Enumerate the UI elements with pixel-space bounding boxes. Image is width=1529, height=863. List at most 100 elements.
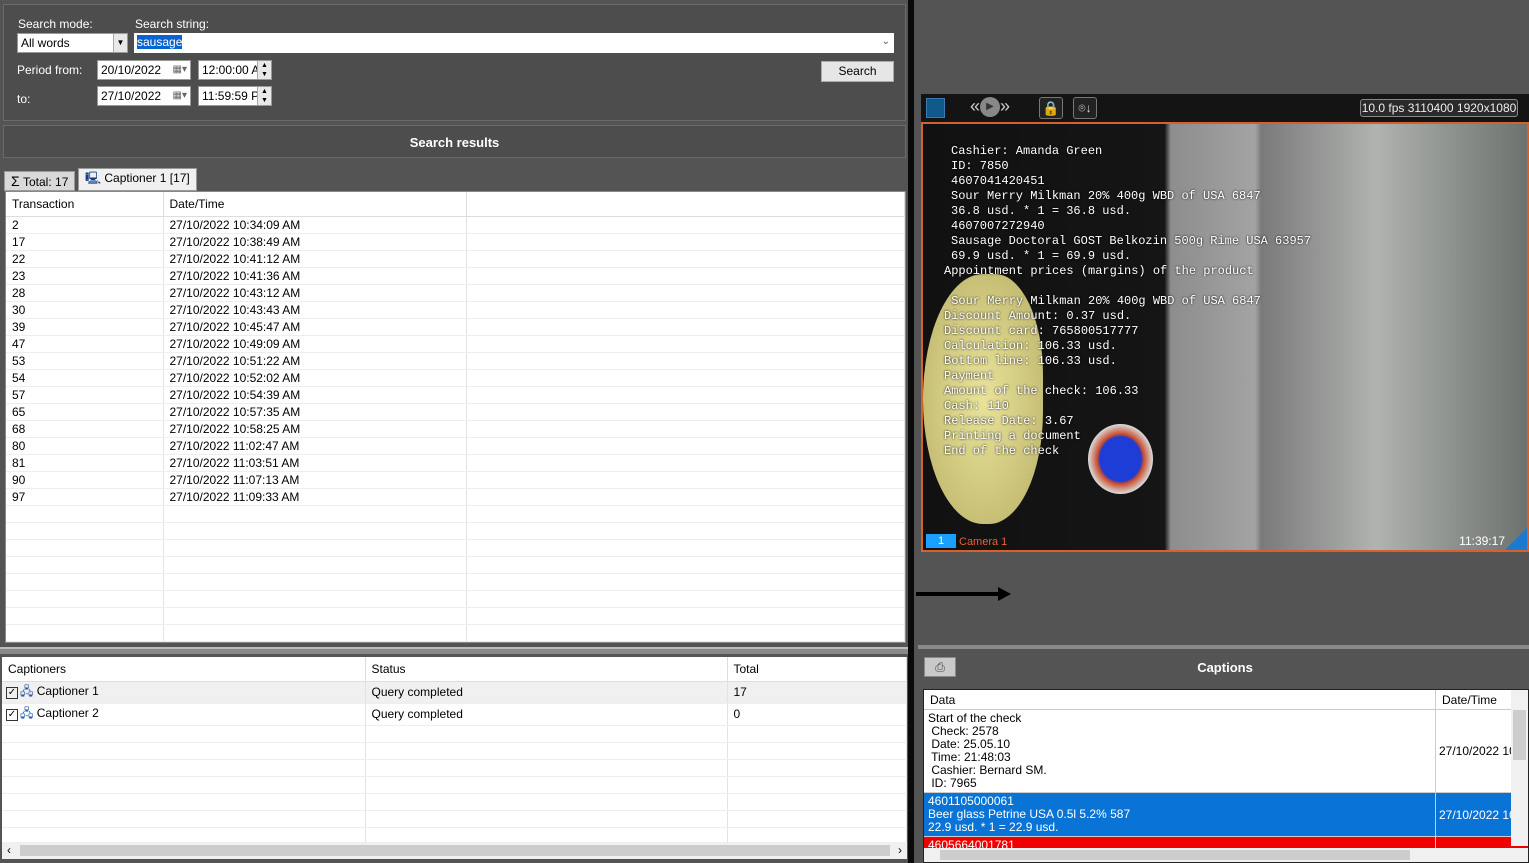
playback-controls[interactable]: «▶» xyxy=(970,96,1010,118)
captioner-row[interactable] xyxy=(2,793,907,811)
lock-icon[interactable]: 🔒 xyxy=(1039,97,1063,119)
captioner-row[interactable]: ✓ 🖧 Captioner 1 Query completed 17 xyxy=(2,681,907,704)
captioners-table: Captioners Status Total ✓ 🖧 Captioner 1 Quer… xyxy=(2,657,907,859)
play-icon[interactable]: ▶ xyxy=(980,97,1001,118)
table-row[interactable] xyxy=(6,624,905,642)
table-cell xyxy=(466,386,905,404)
spinner-icon[interactable]: ▲ ▼ xyxy=(257,87,271,105)
vertical-scrollbar[interactable] xyxy=(1511,690,1528,846)
checkbox[interactable]: ✓ xyxy=(6,686,18,699)
captioner-cell xyxy=(2,759,366,777)
table-row[interactable]: 81 27/10/2022 11:03:51 AM xyxy=(6,454,905,472)
table-cell: 27/10/2022 11:03:51 AM xyxy=(163,454,467,472)
table-cell: 27/10/2022 11:09:33 AM xyxy=(163,488,467,506)
table-row[interactable]: 28 27/10/2022 10:43:12 AM xyxy=(6,284,905,302)
scroll-left-icon[interactable]: ‹ xyxy=(7,843,11,857)
horizontal-scrollbar[interactable] xyxy=(924,848,1528,862)
table-cell: 27/10/2022 10:38:49 AM xyxy=(163,233,467,251)
to-date-picker[interactable]: 27/10/2022 ▦▾ xyxy=(97,86,191,106)
export-icon[interactable]: ⌾↓ xyxy=(1073,97,1097,119)
panel-divider[interactable] xyxy=(908,0,914,863)
overlay-line: ID: 7850 xyxy=(951,159,1009,173)
splitter[interactable] xyxy=(0,647,908,654)
from-time-input[interactable]: 12:00:00 A ▲ ▼ xyxy=(198,60,272,80)
table-row[interactable]: 2 27/10/2022 10:34:09 AM xyxy=(6,216,905,234)
captioner-row[interactable]: ✓ 🖧 Captioner 2 Query completed 0 xyxy=(2,703,907,726)
table-row[interactable]: 22 27/10/2022 10:41:12 AM xyxy=(6,250,905,268)
camera-number[interactable]: 1 xyxy=(926,534,956,548)
checkbox[interactable]: ✓ xyxy=(6,708,18,721)
captioner-row[interactable] xyxy=(2,810,907,828)
caption-row[interactable]: 4601105000061 Beer glass Petrine USA 0.5l… xyxy=(924,793,1528,837)
table-cell xyxy=(6,573,164,591)
resize-corner-icon[interactable] xyxy=(1505,528,1527,550)
spinner-icon[interactable]: ▲ ▼ xyxy=(257,61,271,79)
table-row[interactable] xyxy=(6,522,905,540)
overlay-line: 69.9 usd. * 1 = 69.9 usd. xyxy=(951,249,1132,263)
search-string-label: Search string: xyxy=(135,17,210,31)
table-row[interactable]: 97 27/10/2022 11:09:33 AM xyxy=(6,488,905,506)
table-row[interactable]: 47 27/10/2022 10:49:09 AM xyxy=(6,335,905,353)
captioner-row[interactable] xyxy=(2,742,907,760)
table-row[interactable]: 80 27/10/2022 11:02:47 AM xyxy=(6,437,905,455)
table-row[interactable] xyxy=(6,505,905,523)
column-header-transaction[interactable]: Transaction xyxy=(6,192,164,217)
table-row[interactable]: 30 27/10/2022 10:43:43 AM xyxy=(6,301,905,319)
table-row[interactable] xyxy=(6,573,905,591)
table-row[interactable]: 65 27/10/2022 10:57:35 AM xyxy=(6,403,905,421)
table-cell xyxy=(163,539,467,557)
captioner-status: Query completed xyxy=(365,681,728,704)
captioner-row[interactable] xyxy=(2,725,907,743)
table-cell xyxy=(163,607,467,625)
table-row[interactable]: 68 27/10/2022 10:58:25 AM xyxy=(6,420,905,438)
horizontal-scrollbar[interactable]: ‹ › xyxy=(2,842,907,859)
search-button[interactable]: Search xyxy=(821,61,894,82)
column-header-datetime[interactable]: Date/Time xyxy=(1436,690,1497,709)
video-frame[interactable]: Cashier: Amanda Green ID: 7850 46070414204… xyxy=(921,122,1529,552)
caption-line: 22.9 usd. * 1 = 22.9 usd. xyxy=(928,820,1059,834)
captioner-row[interactable] xyxy=(2,776,907,794)
from-date-picker[interactable]: 20/10/2022 ▦▾ xyxy=(97,60,191,80)
table-row[interactable] xyxy=(6,590,905,608)
tab-captioner-1[interactable]: 🖳 Captioner 1 [17] xyxy=(78,168,197,191)
table-cell xyxy=(466,352,905,370)
table-cell: 68 xyxy=(6,420,164,438)
caption-row[interactable]: Start of the check Check: 2578 Date: 25.… xyxy=(924,710,1528,793)
table-row[interactable]: 53 27/10/2022 10:51:22 AM xyxy=(6,352,905,370)
table-row[interactable]: 57 27/10/2022 10:54:39 AM xyxy=(6,386,905,404)
column-header-captioners[interactable]: Captioners xyxy=(2,657,366,682)
captioner-total xyxy=(727,742,907,760)
table-row[interactable]: 23 27/10/2022 10:41:36 AM xyxy=(6,267,905,285)
camera-select-square[interactable] xyxy=(926,98,945,118)
tab-total[interactable]: Σ Total: 17 xyxy=(4,171,76,191)
column-header-data[interactable]: Data xyxy=(924,690,1436,709)
captions-title: Captions xyxy=(1197,660,1253,675)
table-row[interactable]: 54 27/10/2022 10:52:02 AM xyxy=(6,369,905,387)
to-time-input[interactable]: 11:59:59 P ▲ ▼ xyxy=(198,86,272,106)
table-row[interactable] xyxy=(6,607,905,625)
table-row[interactable]: 39 27/10/2022 10:45:47 AM xyxy=(6,318,905,336)
table-cell xyxy=(466,318,905,336)
search-results-header: Search results xyxy=(3,125,906,158)
column-header-total[interactable]: Total xyxy=(727,657,907,682)
captions-splitter[interactable] xyxy=(918,645,1529,649)
captioner-row[interactable] xyxy=(2,759,907,777)
arrow-icon xyxy=(916,592,1000,596)
table-row[interactable] xyxy=(6,556,905,574)
captioner-name: Captioner 2 xyxy=(36,705,99,720)
column-header-status[interactable]: Status xyxy=(365,657,728,682)
scroll-right-icon[interactable]: › xyxy=(898,843,902,857)
video-stats: 10.0 fps 3110400 1920x1080 xyxy=(1360,99,1518,117)
table-cell xyxy=(163,590,467,608)
table-cell xyxy=(466,539,905,557)
table-cell xyxy=(466,488,905,506)
column-header-datetime[interactable]: Date/Time xyxy=(163,192,467,217)
search-mode-select[interactable]: All words ▼ xyxy=(17,33,128,53)
sigma-icon: Σ xyxy=(11,173,20,189)
search-string-input[interactable]: sausage ⌄ xyxy=(134,33,894,53)
overlay-line: Payment xyxy=(944,369,995,383)
table-cell: 81 xyxy=(6,454,164,472)
table-row[interactable]: 17 27/10/2022 10:38:49 AM xyxy=(6,233,905,251)
table-row[interactable] xyxy=(6,539,905,557)
table-row[interactable]: 90 27/10/2022 11:07:13 AM xyxy=(6,471,905,489)
